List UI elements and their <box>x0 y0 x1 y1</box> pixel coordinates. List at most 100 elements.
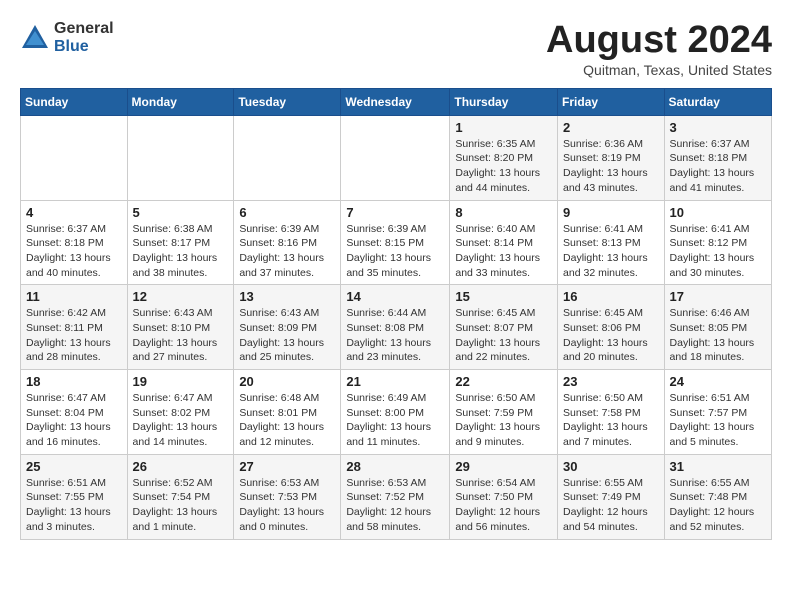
day-detail: Sunrise: 6:55 AM Sunset: 7:49 PM Dayligh… <box>563 476 659 535</box>
day-detail: Sunrise: 6:39 AM Sunset: 8:16 PM Dayligh… <box>239 222 335 281</box>
calendar-cell <box>21 115 128 200</box>
day-number: 8 <box>455 205 552 220</box>
calendar-cell: 22 Sunrise: 6:50 AM Sunset: 7:59 PM Dayli… <box>450 370 558 455</box>
calendar-cell: 18Sunrise: 6:47 AM Sunset: 8:04 PM Dayli… <box>21 370 128 455</box>
title-block: August 2024 Quitman, Texas, United State… <box>546 20 772 78</box>
day-detail: Sunrise: 6:53 AM Sunset: 7:52 PM Dayligh… <box>346 476 444 535</box>
day-detail: Sunrise: 6:45 AM Sunset: 8:07 PM Dayligh… <box>455 306 552 365</box>
header-day-monday: Monday <box>127 88 234 115</box>
logo: General Blue <box>20 20 114 55</box>
calendar-cell: 11 Sunrise: 6:42 AM Sunset: 8:11 PM Dayli… <box>21 285 128 370</box>
day-detail: Sunrise: 6:52 AM Sunset: 7:54 PM Dayligh… <box>133 476 229 535</box>
header-day-friday: Friday <box>558 88 665 115</box>
day-number: 24 <box>670 374 766 389</box>
calendar-cell: 24 Sunrise: 6:51 AM Sunset: 7:57 PM Dayli… <box>664 370 771 455</box>
calendar-cell: 30Sunrise: 6:55 AM Sunset: 7:49 PM Dayli… <box>558 454 665 539</box>
day-detail: Sunrise: 6:53 AM Sunset: 7:53 PM Dayligh… <box>239 476 335 535</box>
calendar-cell: 28Sunrise: 6:53 AM Sunset: 7:52 PM Dayli… <box>341 454 450 539</box>
calendar-cell: 10Sunrise: 6:41 AM Sunset: 8:12 PM Dayli… <box>664 200 771 285</box>
day-detail: Sunrise: 6:47 AM Sunset: 8:04 PM Dayligh… <box>26 391 122 450</box>
calendar-cell: 21 Sunrise: 6:49 AM Sunset: 8:00 PM Dayli… <box>341 370 450 455</box>
day-number: 6 <box>239 205 335 220</box>
day-detail: Sunrise: 6:35 AM Sunset: 8:20 PM Dayligh… <box>455 137 552 196</box>
day-detail: Sunrise: 6:50 AM Sunset: 7:59 PM Dayligh… <box>455 391 552 450</box>
day-detail: Sunrise: 6:51 AM Sunset: 7:57 PM Dayligh… <box>670 391 766 450</box>
calendar-cell: 17Sunrise: 6:46 AM Sunset: 8:05 PM Dayli… <box>664 285 771 370</box>
calendar-cell: 9 Sunrise: 6:41 AM Sunset: 8:13 PM Daylig… <box>558 200 665 285</box>
day-number: 17 <box>670 289 766 304</box>
day-detail: Sunrise: 6:42 AM Sunset: 8:11 PM Dayligh… <box>26 306 122 365</box>
day-number: 9 <box>563 205 659 220</box>
day-number: 29 <box>455 459 552 474</box>
day-detail: Sunrise: 6:37 AM Sunset: 8:18 PM Dayligh… <box>670 137 766 196</box>
calendar-cell: 12 Sunrise: 6:43 AM Sunset: 8:10 PM Dayli… <box>127 285 234 370</box>
day-detail: Sunrise: 6:55 AM Sunset: 7:48 PM Dayligh… <box>670 476 766 535</box>
day-number: 12 <box>133 289 229 304</box>
calendar-cell: 19Sunrise: 6:47 AM Sunset: 8:02 PM Dayli… <box>127 370 234 455</box>
header-day-wednesday: Wednesday <box>341 88 450 115</box>
day-number: 21 <box>346 374 444 389</box>
day-detail: Sunrise: 6:43 AM Sunset: 8:09 PM Dayligh… <box>239 306 335 365</box>
day-number: 7 <box>346 205 444 220</box>
header-day-saturday: Saturday <box>664 88 771 115</box>
logo-icon <box>20 23 50 53</box>
day-number: 4 <box>26 205 122 220</box>
calendar-cell: 3 Sunrise: 6:37 AM Sunset: 8:18 PM Daylig… <box>664 115 771 200</box>
day-number: 16 <box>563 289 659 304</box>
day-number: 13 <box>239 289 335 304</box>
day-number: 26 <box>133 459 229 474</box>
day-detail: Sunrise: 6:39 AM Sunset: 8:15 PM Dayligh… <box>346 222 444 281</box>
day-number: 2 <box>563 120 659 135</box>
calendar-cell: 1Sunrise: 6:35 AM Sunset: 8:20 PM Daylig… <box>450 115 558 200</box>
calendar-cell: 7 Sunrise: 6:39 AM Sunset: 8:15 PM Daylig… <box>341 200 450 285</box>
calendar-body: 1Sunrise: 6:35 AM Sunset: 8:20 PM Daylig… <box>21 115 772 539</box>
day-detail: Sunrise: 6:41 AM Sunset: 8:13 PM Dayligh… <box>563 222 659 281</box>
calendar-cell: 16 Sunrise: 6:45 AM Sunset: 8:06 PM Dayli… <box>558 285 665 370</box>
day-detail: Sunrise: 6:40 AM Sunset: 8:14 PM Dayligh… <box>455 222 552 281</box>
logo-text: General Blue <box>54 20 114 55</box>
day-detail: Sunrise: 6:37 AM Sunset: 8:18 PM Dayligh… <box>26 222 122 281</box>
calendar-cell: 29Sunrise: 6:54 AM Sunset: 7:50 PM Dayli… <box>450 454 558 539</box>
calendar-week-1: 1Sunrise: 6:35 AM Sunset: 8:20 PM Daylig… <box>21 115 772 200</box>
header-day-sunday: Sunday <box>21 88 128 115</box>
day-number: 15 <box>455 289 552 304</box>
day-number: 31 <box>670 459 766 474</box>
day-number: 27 <box>239 459 335 474</box>
day-number: 3 <box>670 120 766 135</box>
calendar-cell: 27 Sunrise: 6:53 AM Sunset: 7:53 PM Dayli… <box>234 454 341 539</box>
calendar-cell: 2 Sunrise: 6:36 AM Sunset: 8:19 PM Daylig… <box>558 115 665 200</box>
location: Quitman, Texas, United States <box>546 62 772 78</box>
day-number: 22 <box>455 374 552 389</box>
calendar-cell <box>127 115 234 200</box>
header-row: SundayMondayTuesdayWednesdayThursdayFrid… <box>21 88 772 115</box>
day-detail: Sunrise: 6:49 AM Sunset: 8:00 PM Dayligh… <box>346 391 444 450</box>
day-detail: Sunrise: 6:45 AM Sunset: 8:06 PM Dayligh… <box>563 306 659 365</box>
calendar-cell: 8 Sunrise: 6:40 AM Sunset: 8:14 PM Daylig… <box>450 200 558 285</box>
calendar-cell: 23Sunrise: 6:50 AM Sunset: 7:58 PM Dayli… <box>558 370 665 455</box>
calendar-week-5: 25Sunrise: 6:51 AM Sunset: 7:55 PM Dayli… <box>21 454 772 539</box>
calendar-cell <box>341 115 450 200</box>
month-title: August 2024 <box>546 20 772 62</box>
page-header: General Blue August 2024 Quitman, Texas,… <box>20 20 772 78</box>
calendar-cell: 13 Sunrise: 6:43 AM Sunset: 8:09 PM Dayli… <box>234 285 341 370</box>
day-number: 14 <box>346 289 444 304</box>
calendar-cell <box>234 115 341 200</box>
day-detail: Sunrise: 6:50 AM Sunset: 7:58 PM Dayligh… <box>563 391 659 450</box>
calendar-cell: 31 Sunrise: 6:55 AM Sunset: 7:48 PM Dayli… <box>664 454 771 539</box>
calendar-cell: 15 Sunrise: 6:45 AM Sunset: 8:07 PM Dayli… <box>450 285 558 370</box>
day-detail: Sunrise: 6:36 AM Sunset: 8:19 PM Dayligh… <box>563 137 659 196</box>
day-detail: Sunrise: 6:43 AM Sunset: 8:10 PM Dayligh… <box>133 306 229 365</box>
calendar-cell: 4 Sunrise: 6:37 AM Sunset: 8:18 PM Daylig… <box>21 200 128 285</box>
logo-general: General <box>54 20 114 38</box>
day-number: 19 <box>133 374 229 389</box>
day-number: 11 <box>26 289 122 304</box>
header-day-tuesday: Tuesday <box>234 88 341 115</box>
calendar-cell: 5Sunrise: 6:38 AM Sunset: 8:17 PM Daylig… <box>127 200 234 285</box>
calendar-cell: 6 Sunrise: 6:39 AM Sunset: 8:16 PM Daylig… <box>234 200 341 285</box>
day-detail: Sunrise: 6:51 AM Sunset: 7:55 PM Dayligh… <box>26 476 122 535</box>
day-number: 10 <box>670 205 766 220</box>
calendar-header: SundayMondayTuesdayWednesdayThursdayFrid… <box>21 88 772 115</box>
calendar-cell: 25Sunrise: 6:51 AM Sunset: 7:55 PM Dayli… <box>21 454 128 539</box>
calendar-cell: 26 Sunrise: 6:52 AM Sunset: 7:54 PM Dayli… <box>127 454 234 539</box>
calendar-week-3: 11 Sunrise: 6:42 AM Sunset: 8:11 PM Dayli… <box>21 285 772 370</box>
